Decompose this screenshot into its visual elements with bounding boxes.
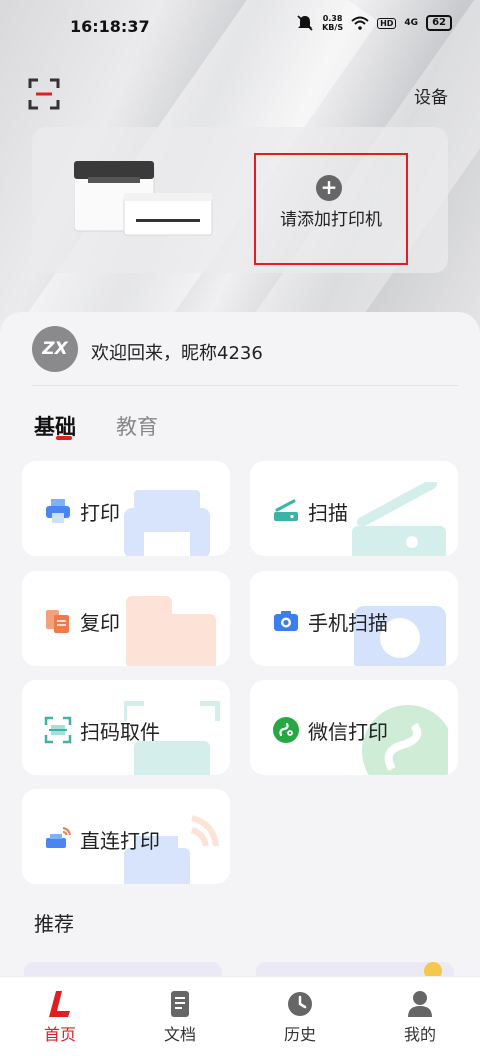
tab-active-indicator [56, 436, 72, 440]
print-deco-icon [124, 490, 210, 556]
feature-label: 扫码取件 [80, 720, 160, 744]
nav-home[interactable]: 首页 [0, 977, 120, 1056]
mute-bell-icon [297, 15, 313, 31]
tab-education[interactable]: 教育 [116, 411, 158, 441]
nav-history[interactable]: 历史 [240, 977, 360, 1056]
net-speed: 0.38 KB/S [322, 14, 344, 32]
nav-label: 文档 [163, 1025, 196, 1044]
home-logo-icon [49, 991, 70, 1017]
nav-label: 我的 [403, 1025, 436, 1044]
status-time: 16:18:37 [70, 17, 150, 36]
avatar[interactable]: ZX [32, 326, 78, 372]
divider [32, 385, 458, 386]
qr-scan-icon [44, 716, 72, 744]
feature-print[interactable]: 打印 [22, 461, 230, 556]
feature-scan[interactable]: 扫描 [250, 461, 458, 556]
copy-deco-icon [126, 596, 216, 666]
hd-badge: HD [377, 17, 397, 29]
recommend-title: 推荐 [34, 912, 74, 936]
bottom-nav: 首页 文档 历史 我的 [0, 976, 480, 1056]
camera-icon [274, 611, 298, 631]
add-printer-label: 请添加打印机 [280, 210, 382, 230]
plus-icon: + [316, 175, 342, 201]
battery-icon: 62 [426, 15, 452, 31]
document-icon [171, 991, 189, 1017]
feature-label: 复印 [80, 611, 120, 635]
wechat-icon [273, 717, 299, 743]
printer-icon [46, 499, 70, 523]
nav-label: 首页 [43, 1025, 76, 1044]
welcome-text: 欢迎回来，昵称4236 [91, 343, 263, 364]
printer-illustration [74, 161, 213, 236]
nav-label: 历史 [283, 1025, 316, 1044]
feature-wechat-print[interactable]: 微信打印 [250, 680, 458, 775]
profile-icon [408, 991, 432, 1017]
feature-label: 直连打印 [80, 829, 160, 853]
clock-icon [288, 992, 312, 1016]
copy-icon [46, 610, 69, 633]
feature-label: 微信打印 [308, 720, 388, 744]
add-printer-button[interactable]: + 请添加打印机 [254, 153, 408, 265]
printer-card: + 请添加打印机 [32, 127, 448, 273]
signal-icon: 4G [404, 18, 419, 28]
wifi-icon [351, 16, 369, 30]
scan-icon[interactable] [28, 78, 60, 110]
nav-documents[interactable]: 文档 [120, 977, 240, 1056]
feature-label: 打印 [80, 501, 120, 525]
scan-deco-icon [352, 482, 446, 556]
nav-profile[interactable]: 我的 [360, 977, 480, 1056]
feature-copy[interactable]: 复印 [22, 571, 230, 666]
feature-mobile-scan[interactable]: 手机扫描 [250, 571, 458, 666]
wireless-printer-icon [46, 827, 71, 848]
feature-label: 扫描 [308, 501, 348, 525]
scanner-icon [274, 499, 298, 521]
feature-direct-print[interactable]: 直连打印 [22, 789, 230, 884]
feature-qr-pickup[interactable]: 扫码取件 [22, 680, 230, 775]
feature-label: 手机扫描 [308, 611, 388, 635]
status-bar: 16:18:37 0.38 KB/S HD 4G 62 [0, 0, 480, 52]
devices-link[interactable]: 设备 [414, 83, 448, 108]
